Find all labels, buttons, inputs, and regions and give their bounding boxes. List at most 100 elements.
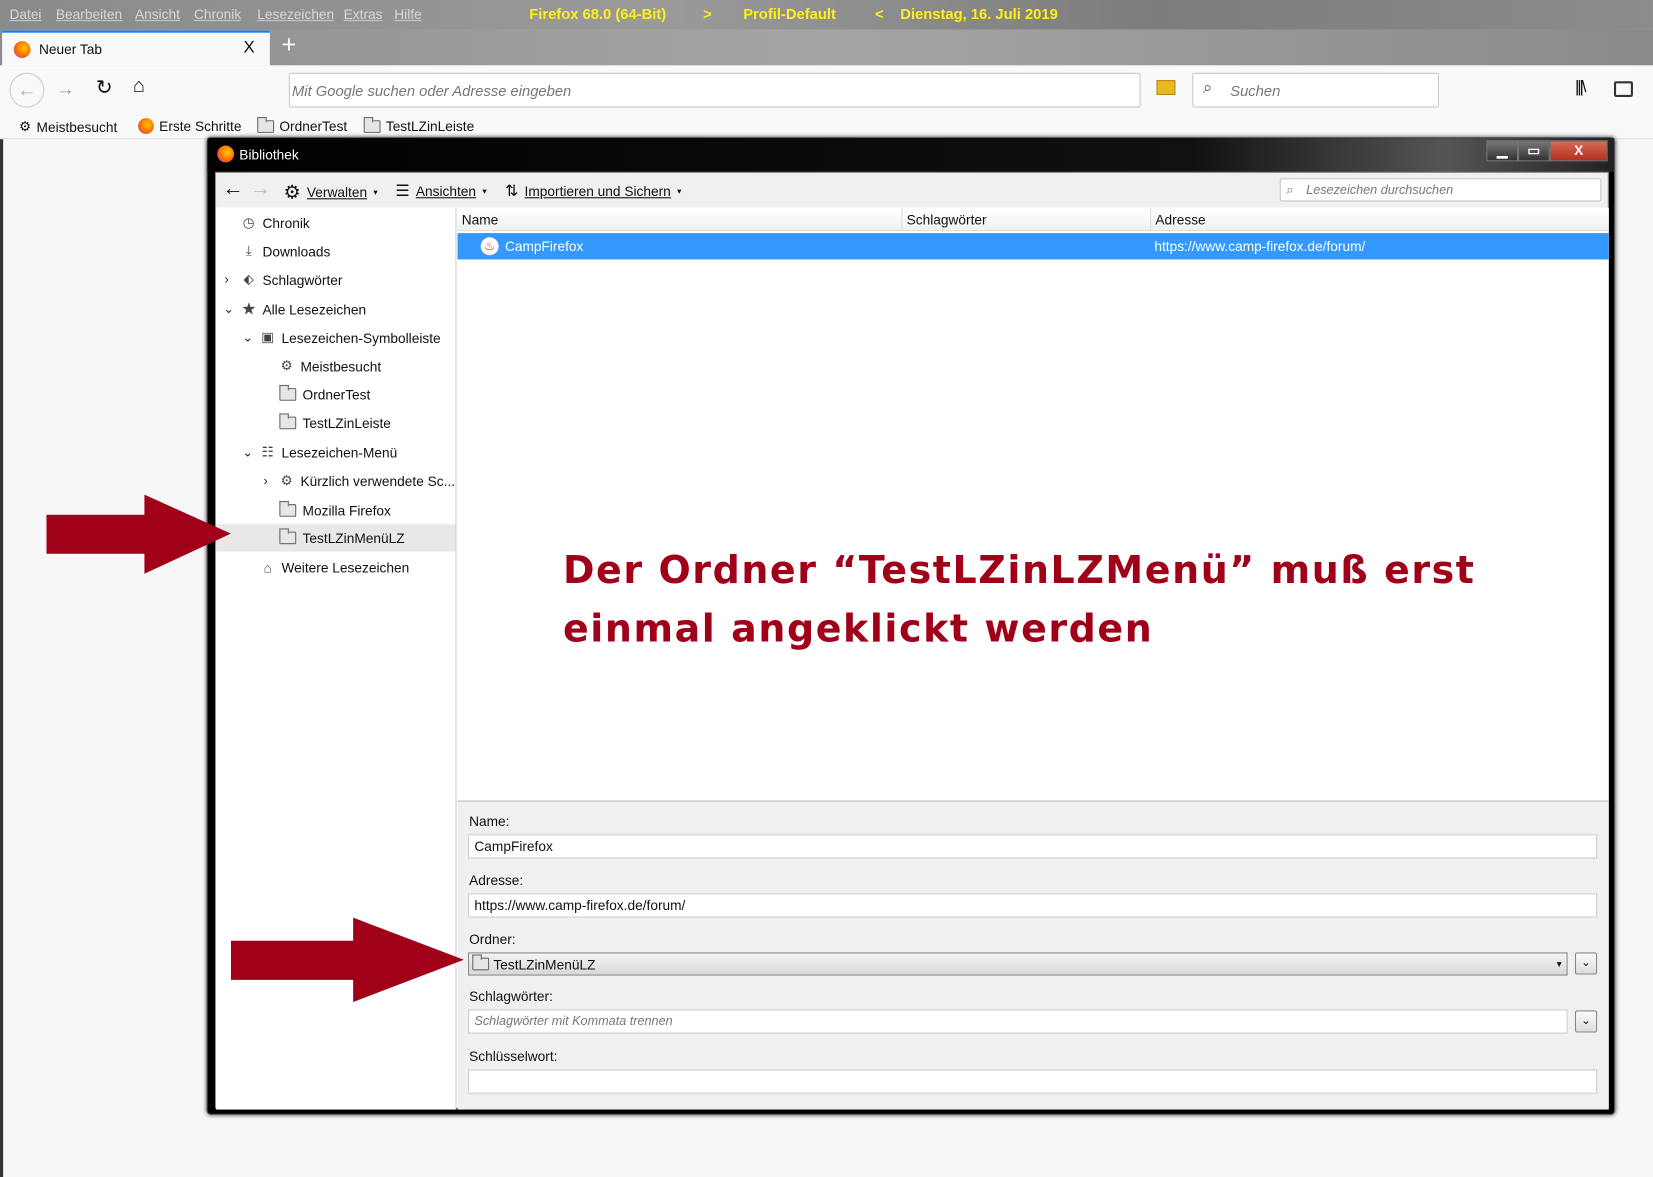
name-field[interactable]: CampFirefox xyxy=(468,834,1598,859)
expand-folder-tree-button[interactable]: ⌄ xyxy=(1574,952,1598,975)
column-address[interactable]: Adresse xyxy=(1155,212,1205,228)
menu-chronik[interactable]: Chronik xyxy=(194,6,241,22)
back-icon[interactable]: ← xyxy=(222,177,243,201)
bookmark-testlzinleiste[interactable]: TestLZinLeiste xyxy=(363,116,474,134)
chevron-right-icon[interactable]: › xyxy=(264,474,268,489)
menu-ansicht[interactable]: Ansicht xyxy=(135,6,180,22)
gear-icon: ⚙ xyxy=(280,472,293,489)
manage-menu[interactable]: ⚙ Verwalten ▾ xyxy=(284,181,378,203)
tree-item-testlzinleiste[interactable]: TestLZinLeiste xyxy=(216,409,455,436)
tree-label: Weitere Lesezeichen xyxy=(281,559,410,576)
new-tab-button[interactable]: + xyxy=(281,31,296,61)
menu-bearbeiten[interactable]: Bearbeiten xyxy=(56,6,122,22)
tree-item-schlagwoerter[interactable]: › ⬖ Schlagwörter xyxy=(216,266,455,293)
home-icon[interactable]: ⌂ xyxy=(133,75,145,98)
bookmark-meistbesucht[interactable]: ⚙ Meistbesucht xyxy=(19,118,117,135)
row-address: https://www.camp-firefox.de/forum/ xyxy=(1154,238,1366,255)
tree-label: Schlagwörter xyxy=(262,271,343,288)
firefox-icon xyxy=(13,41,31,59)
details-pane: Name: CampFirefox Adresse: https://www.c… xyxy=(457,800,1609,1110)
tree-label: Kürzlich verwendete Sc... xyxy=(300,473,456,489)
chevron-down-icon[interactable]: ⌄ xyxy=(223,302,234,317)
tree-item-downloads[interactable]: ⤓ Downloads xyxy=(216,237,455,264)
menu-bar: Datei Bearbeiten Ansicht Chronik Lesezei… xyxy=(0,0,1653,30)
firefox-icon xyxy=(217,145,235,163)
sidebar-icon[interactable] xyxy=(1613,81,1633,98)
close-tab-icon[interactable]: X xyxy=(244,39,255,58)
chevron-right-icon[interactable]: › xyxy=(225,272,229,287)
close-button[interactable]: X xyxy=(1549,140,1608,162)
views-label: Ansichten xyxy=(415,182,477,199)
keyword-field[interactable] xyxy=(468,1069,1598,1094)
reload-icon[interactable]: ↻ xyxy=(96,76,113,100)
menu-extras[interactable]: Extras xyxy=(344,6,383,22)
library-toolbar: ← → ⚙ Verwalten ▾ ☰ Ansichten ▾ ⇅ Importieren… xyxy=(216,172,1608,208)
tree-item-chronik[interactable]: ◷ Chronik xyxy=(216,209,455,236)
forward-icon[interactable]: → xyxy=(250,177,271,201)
tag-icon: ⬖ xyxy=(243,271,255,287)
folder-icon xyxy=(472,954,490,971)
tree-label: Alle Lesezeichen xyxy=(262,301,367,317)
arrow-annotation-folder xyxy=(230,917,464,1002)
folder-open-icon[interactable] xyxy=(1156,80,1176,95)
tab-neuer-tab[interactable]: Neuer Tab X xyxy=(2,30,270,66)
bookmarks-table: Name Schlagwörter Adresse ♨ CampFirefox … xyxy=(457,207,1609,801)
firefox-icon xyxy=(138,118,154,134)
profile-text: Profil-Default xyxy=(743,5,836,23)
tree-item-meistbesucht[interactable]: ⚙ Meistbesucht xyxy=(216,352,455,379)
bookmark-ordnertest[interactable]: OrdnerTest xyxy=(257,116,348,134)
tags-field[interactable]: Schlagwörter mit Kommata trennen xyxy=(468,1009,1568,1034)
tree-item-lesezeichen-symbolleiste[interactable]: ⌄ ▣ Lesezeichen-Symbolleiste xyxy=(216,324,455,351)
import-export-icon: ⇅ xyxy=(504,182,519,201)
tree-item-lesezeichen-menue[interactable]: ⌄ ☷ Lesezeichen-Menü xyxy=(216,439,455,466)
bookmark-search-input[interactable]: ⌕ Lesezeichen durchsuchen xyxy=(1279,178,1602,202)
tree-label: Mozilla Firefox xyxy=(302,502,391,519)
download-icon: ⤓ xyxy=(245,242,252,259)
chevron-down-icon[interactable]: ⌄ xyxy=(242,445,253,460)
tree-item-ordnertest[interactable]: OrdnerTest xyxy=(216,381,455,408)
search-icon: ⌕ xyxy=(1202,79,1213,98)
column-tags[interactable]: Schlagwörter xyxy=(907,212,987,228)
column-divider[interactable] xyxy=(901,207,903,231)
views-menu[interactable]: ☰ Ansichten ▾ xyxy=(395,181,486,200)
tree-label: TestLZinLeiste xyxy=(302,415,391,431)
url-bar[interactable]: Mit Google suchen oder Adresse eingeben xyxy=(288,72,1141,108)
bookmark-erste-schritte[interactable]: Erste Schritte xyxy=(138,118,241,134)
chevron-down-icon[interactable]: ⌄ xyxy=(242,330,253,345)
expand-tags-button[interactable]: ⌄ xyxy=(1574,1010,1598,1033)
search-placeholder: Suchen xyxy=(1230,82,1281,100)
menu-lesezeichen[interactable]: Lesezeichen xyxy=(257,6,334,22)
maximize-button[interactable]: ▭ xyxy=(1518,140,1550,162)
bookmark-label: Meistbesucht xyxy=(36,118,118,135)
nav-bar: ← → ↻ ⌂ Mit Google suchen oder Adresse e… xyxy=(0,65,1653,114)
search-box[interactable]: ⌕ Suchen xyxy=(1192,72,1439,108)
column-divider[interactable] xyxy=(1150,207,1152,231)
import-backup-menu[interactable]: ⇅ Importieren und Sichern ▾ xyxy=(505,181,681,200)
folder-label: Ordner: xyxy=(469,931,516,948)
star-icon: ★ xyxy=(241,300,257,319)
folder-icon xyxy=(363,116,381,133)
back-icon[interactable]: ← xyxy=(9,72,45,108)
tree-label: Lesezeichen-Menü xyxy=(281,444,398,461)
tree-label: Downloads xyxy=(262,243,331,259)
tree-item-kuerzlich-verwendet[interactable]: › ⚙ Kürzlich verwendete Sc... xyxy=(216,467,456,494)
bookmark-label: OrdnerTest xyxy=(279,118,348,134)
menu-datei[interactable]: Datei xyxy=(9,6,41,22)
forward-icon[interactable]: → xyxy=(56,78,75,100)
table-row[interactable]: ♨ CampFirefox https://www.camp-firefox.d… xyxy=(457,233,1609,260)
menu-hilfe[interactable]: Hilfe xyxy=(394,6,421,22)
address-field[interactable]: https://www.camp-firefox.de/forum/ xyxy=(468,893,1598,918)
folder-select[interactable]: TestLZinMenüLZ ▼ xyxy=(468,952,1568,976)
tree-item-alle-lesezeichen[interactable]: ⌄ ★ Alle Lesezeichen xyxy=(216,295,455,322)
tree-label: Lesezeichen-Symbolleiste xyxy=(281,329,441,346)
minimize-button[interactable]: ▁ xyxy=(1486,140,1519,162)
folder-icon xyxy=(279,384,297,401)
tree-item-weitere-lesezeichen[interactable]: ⌂ Weitere Lesezeichen xyxy=(216,554,455,581)
annotation-line: Der Ordner “TestLZinLZMenü” muß erst xyxy=(562,549,1476,593)
tree-item-testlzinmenuelz[interactable]: TestLZinMenüLZ xyxy=(216,524,456,552)
gear-icon: ⚙ xyxy=(283,181,301,203)
column-name[interactable]: Name xyxy=(462,212,499,228)
inbox-icon: ⌂ xyxy=(263,559,272,576)
library-icon[interactable]: |||\ xyxy=(1575,78,1586,97)
tree-item-mozilla-firefox[interactable]: Mozilla Firefox xyxy=(216,497,455,524)
